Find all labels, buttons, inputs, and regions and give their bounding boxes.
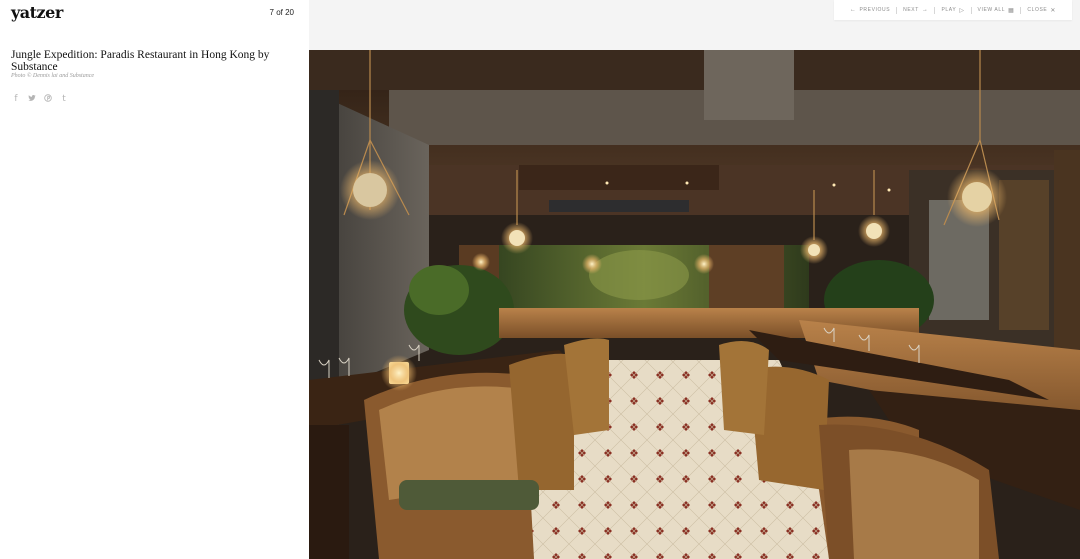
facebook-icon[interactable]: f [12, 94, 20, 105]
arrow-right-icon: → [921, 7, 929, 13]
social-share-bar: f t [12, 94, 68, 105]
twitter-icon[interactable] [28, 94, 36, 105]
grid-icon: ▦ [1008, 7, 1015, 14]
play-icon: ▷ [959, 7, 965, 14]
arrow-left-icon: ← [849, 7, 857, 13]
close-label: CLOSE [1027, 7, 1048, 13]
close-button[interactable]: CLOSE ✕ [1021, 7, 1062, 14]
photo-credit: Photo © Dennis lai and Substance [11, 73, 95, 79]
previous-button[interactable]: ← PREVIOUS [844, 7, 896, 13]
view-all-label: VIEW ALL [977, 7, 1006, 13]
restaurant-photo-illustration [309, 50, 1080, 559]
gallery-title: Jungle Expedition: Paradis Restaurant in… [11, 49, 270, 73]
pinterest-icon[interactable] [44, 94, 52, 105]
next-button[interactable]: NEXT → [897, 7, 934, 13]
viewer-toolbar-strip: ← PREVIOUS NEXT → PLAY ▷ VIEW ALL ▦ CLOS… [309, 0, 1080, 50]
info-panel: yatzer 7 of 20 Jungle Expedition: Paradi… [0, 0, 309, 559]
view-all-button[interactable]: VIEW ALL ▦ [972, 7, 1021, 14]
tumblr-icon[interactable]: t [60, 94, 68, 105]
next-label: NEXT [903, 7, 919, 13]
yatzer-logo[interactable]: yatzer [11, 3, 63, 22]
gallery-nav: ← PREVIOUS NEXT → PLAY ▷ VIEW ALL ▦ CLOS… [833, 0, 1072, 20]
image-counter: 7 of 20 [269, 8, 294, 17]
play-button[interactable]: PLAY ▷ [935, 7, 970, 14]
play-label: PLAY [941, 7, 957, 13]
close-icon: ✕ [1050, 7, 1056, 14]
gallery-photo[interactable] [309, 50, 1080, 559]
previous-label: PREVIOUS [859, 7, 891, 13]
